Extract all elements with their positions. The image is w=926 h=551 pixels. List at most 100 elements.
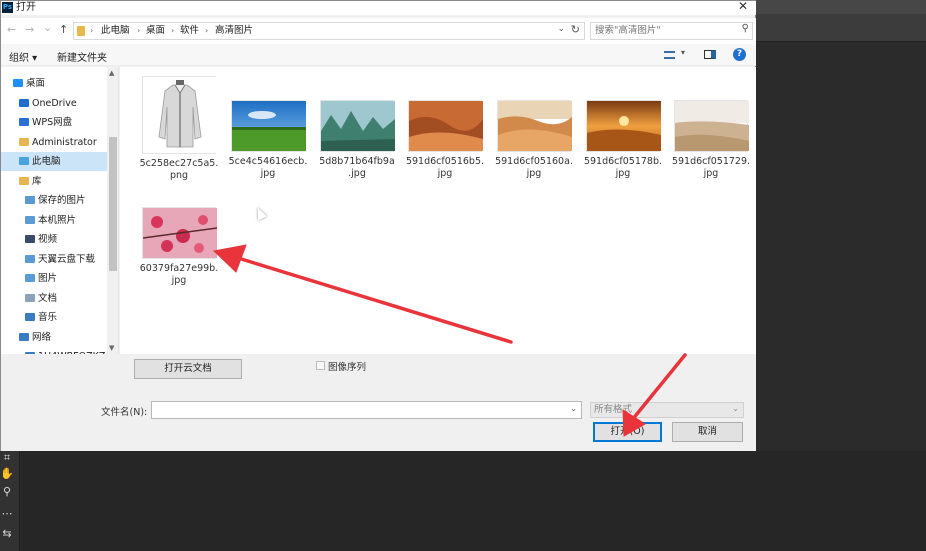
image-sequence-label: 图像序列 bbox=[328, 362, 367, 373]
sidebar-item[interactable]: 网络 bbox=[19, 328, 51, 347]
scroll-down-icon[interactable]: ▼ bbox=[109, 344, 114, 352]
file-name-line: 591d6cf05178b. bbox=[583, 156, 663, 167]
user-folder-icon bbox=[19, 137, 29, 146]
sidebar-item[interactable]: 此电脑 bbox=[1, 152, 107, 171]
filename-dropdown-icon[interactable]: ⌄ bbox=[570, 404, 577, 413]
cloud-icon bbox=[19, 118, 29, 126]
photoshop-menubar bbox=[756, 0, 926, 14]
sidebar-item[interactable]: 天翼云盘下载 bbox=[25, 250, 95, 269]
download-icon bbox=[25, 254, 35, 263]
scroll-up-icon[interactable]: ▲ bbox=[109, 69, 114, 77]
sidebar-item-label: 网络 bbox=[32, 331, 52, 343]
sidebar-item[interactable]: WPS网盘 bbox=[19, 113, 72, 132]
file-name-line: 5ce4c54616ecb. bbox=[228, 156, 308, 167]
file-item[interactable]: 5d8b71b64fb9a .jpg bbox=[316, 100, 398, 180]
dialog-titlebar: Ps 打开 ✕ bbox=[1, 0, 756, 15]
image-sequence-checkbox[interactable] bbox=[316, 361, 325, 370]
file-item[interactable]: 591d6cf05178b. jpg bbox=[582, 100, 664, 180]
sidebar-item[interactable]: 视频 bbox=[25, 230, 57, 249]
swap-colors-icon[interactable]: ⇆ bbox=[0, 527, 14, 540]
organize-button[interactable]: 组织 ▾ bbox=[9, 49, 37, 64]
file-name-line: 591d6cf05160a. bbox=[495, 156, 573, 167]
file-name-line: jpg bbox=[703, 168, 719, 179]
open-file-dialog: Ps 打开 ✕ ← → ⌄ ↑ › 此电脑 › 桌面 › 软件 › 高清图片 ⌄… bbox=[0, 0, 756, 451]
file-name-line: 5c258ec27c5a5. bbox=[139, 158, 219, 169]
computer-icon bbox=[19, 157, 29, 165]
sidebar-item[interactable]: 保存的图片 bbox=[25, 191, 86, 210]
sidebar-item[interactable]: 文档 bbox=[25, 289, 57, 308]
sidebar-item[interactable]: 本机照片 bbox=[25, 211, 76, 230]
image-thumbnail bbox=[497, 100, 572, 152]
more-tools-icon[interactable]: ⋯ bbox=[0, 507, 14, 520]
sidebar-item[interactable]: OneDrive bbox=[19, 94, 77, 113]
file-item[interactable]: 591d6cf05160a. jpg bbox=[493, 100, 575, 180]
address-dropdown-icon[interactable]: ⌄ bbox=[557, 24, 565, 34]
help-icon[interactable]: ? bbox=[733, 48, 746, 61]
file-type-value: 所有格式 bbox=[594, 404, 633, 415]
sidebar-item[interactable]: 桌面 bbox=[13, 74, 45, 93]
pictures-icon bbox=[25, 215, 35, 224]
documents-icon bbox=[25, 293, 35, 302]
file-name: 60379fa27e99b. jpg bbox=[138, 263, 220, 287]
zoom-tool-icon[interactable]: ⚲ bbox=[0, 485, 14, 498]
preview-pane-icon[interactable] bbox=[704, 50, 716, 59]
file-name-line: 591d6cf051729. bbox=[671, 156, 751, 167]
file-item[interactable]: 591d6cf051729. jpg bbox=[670, 100, 752, 180]
file-type-filter[interactable]: 所有格式 ⌄ bbox=[590, 402, 744, 418]
filename-input[interactable]: ⌄ bbox=[151, 401, 582, 419]
network-icon bbox=[19, 332, 29, 341]
pictures-icon bbox=[25, 274, 35, 282]
up-folder-icon[interactable]: ↑ bbox=[59, 23, 68, 36]
sidebar-item-label: Administrator bbox=[32, 136, 97, 148]
back-arrow-icon[interactable]: ← bbox=[7, 23, 16, 36]
scrollbar-thumb[interactable] bbox=[109, 137, 117, 271]
file-type-dropdown-icon[interactable]: ⌄ bbox=[732, 404, 739, 413]
file-item[interactable]: 5c258ec27c5a5. png bbox=[138, 76, 220, 182]
command-toolbar: 组织 ▾ 新建文件夹 ▾ ? bbox=[1, 44, 756, 66]
cancel-button[interactable]: 取消 bbox=[672, 422, 743, 442]
file-list: 5c258ec27c5a5. png 5ce4c54616ecb. jpg 5d8b… bbox=[120, 67, 756, 354]
library-icon bbox=[19, 176, 29, 185]
hand-tool-icon[interactable]: ✋ bbox=[0, 467, 14, 480]
search-icon[interactable]: ⚲ bbox=[742, 23, 749, 34]
search-box[interactable]: 搜索"高清图片" ⚲ bbox=[590, 22, 753, 40]
photoshop-toolbar: ⌗ ✋ ⚲ ⋯ ⇆ bbox=[0, 451, 20, 551]
close-icon[interactable]: ✕ bbox=[738, 0, 748, 13]
view-options-icon[interactable] bbox=[664, 51, 675, 59]
navigation-bar: ← → ⌄ ↑ › 此电脑 › 桌面 › 软件 › 高清图片 ⌄ ↻ 搜索"高清… bbox=[1, 18, 756, 44]
file-item[interactable]: 591d6cf0516b5. jpg bbox=[404, 100, 486, 180]
file-name-line: 5d8b71b64fb9a bbox=[319, 156, 395, 167]
view-dropdown-icon[interactable]: ▾ bbox=[681, 48, 685, 57]
file-name: 591d6cf05160a. jpg bbox=[493, 156, 575, 180]
folder-icon bbox=[77, 26, 85, 36]
image-thumbnail bbox=[674, 100, 749, 152]
recent-locations-icon[interactable]: ⌄ bbox=[43, 21, 52, 34]
open-cloud-doc-button[interactable]: 打开云文档 bbox=[134, 359, 242, 379]
sidebar-item[interactable]: 图片 bbox=[25, 269, 57, 288]
sidebar-item[interactable]: 库 bbox=[19, 172, 42, 191]
sidebar-item[interactable]: Administrator bbox=[19, 133, 97, 152]
navigation-scrollbar[interactable]: ▲ ▼ bbox=[107, 67, 118, 354]
breadcrumb-desktop[interactable]: 桌面 bbox=[146, 23, 165, 39]
breadcrumb-this-pc[interactable]: 此电脑 bbox=[101, 23, 130, 39]
file-name-line: 60379fa27e99b. bbox=[139, 263, 219, 274]
mouse-cursor-icon bbox=[252, 205, 268, 221]
new-folder-button[interactable]: 新建文件夹 bbox=[57, 49, 107, 64]
file-item[interactable]: 60379fa27e99b. jpg bbox=[138, 207, 220, 287]
breadcrumb-separator-icon: › bbox=[90, 26, 94, 35]
sidebar-item[interactable]: 1H4WBFQZKZ bbox=[25, 347, 105, 354]
forward-arrow-icon[interactable]: → bbox=[25, 23, 34, 36]
breadcrumb-hd-images[interactable]: 高清图片 bbox=[215, 23, 253, 39]
photoshop-workspace bbox=[21, 451, 926, 551]
refresh-icon[interactable]: ↻ bbox=[571, 23, 580, 36]
address-bar[interactable]: › 此电脑 › 桌面 › 软件 › 高清图片 ⌄ ↻ bbox=[73, 22, 585, 40]
breadcrumb-separator-icon: › bbox=[137, 26, 141, 35]
file-name-line: .jpg bbox=[348, 168, 366, 179]
lasso-tool-icon[interactable]: ⌗ bbox=[0, 451, 14, 465]
breadcrumb-software[interactable]: 软件 bbox=[180, 23, 199, 39]
cloud-icon bbox=[19, 98, 29, 107]
dialog-footer: 打开云文档 图像序列 文件名(N): ⌄ 所有格式 ⌄ 打开(O) 取消 bbox=[1, 354, 756, 451]
file-item[interactable]: 5ce4c54616ecb. jpg bbox=[227, 100, 309, 180]
open-button[interactable]: 打开(O) bbox=[593, 422, 662, 442]
sidebar-item[interactable]: 音乐 bbox=[25, 308, 57, 327]
